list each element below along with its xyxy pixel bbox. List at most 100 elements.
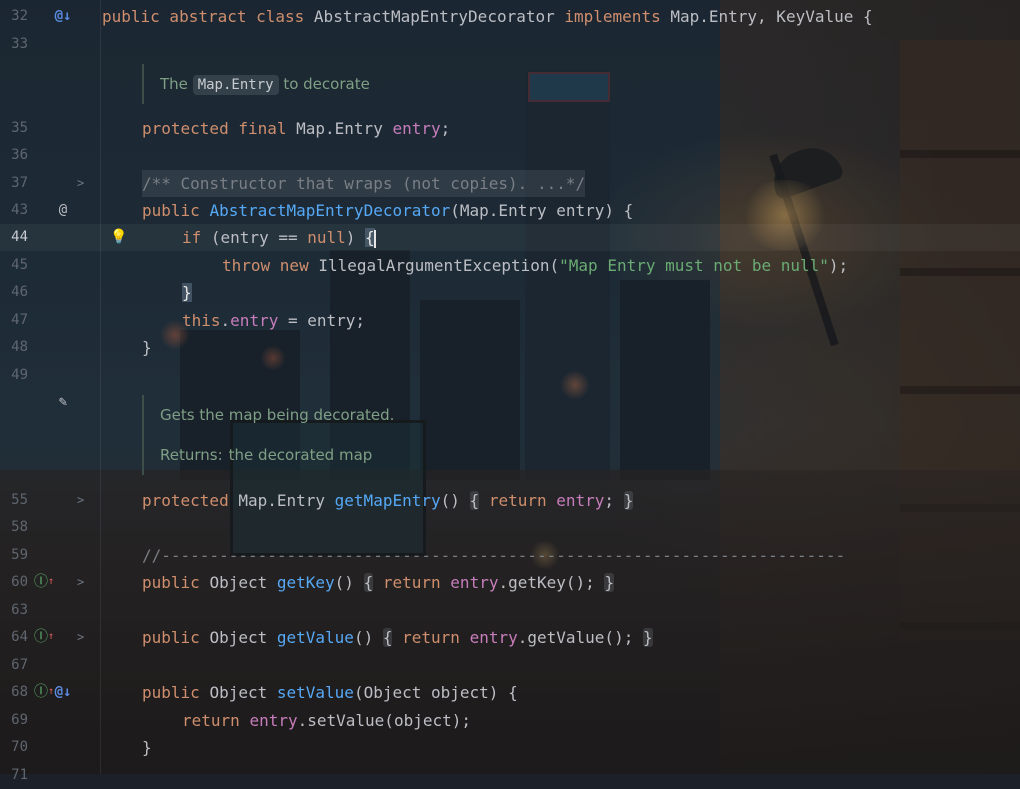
line-number: 37 [11, 175, 28, 191]
code-token: protected final [142, 119, 297, 138]
code-line[interactable]: 60 Ⓘ↑ > public Object getKey() { return … [0, 569, 1020, 596]
line-number: 44 [11, 229, 28, 245]
collapsed-javadoc[interactable]: /** Constructor that wraps (not copies).… [142, 170, 586, 197]
code-line[interactable]: 70 } [0, 734, 1020, 761]
code-text[interactable]: } [182, 279, 192, 306]
code-text[interactable]: } [142, 334, 152, 361]
code-token: (entry == [210, 228, 308, 247]
code-token: getKey [276, 573, 335, 592]
code-token: entry [230, 311, 279, 330]
code-text[interactable]: this.entry = entry; [182, 307, 365, 334]
code-token: /** Constructor that wraps (not copies).… [142, 174, 586, 193]
code-text[interactable]: protected Map.Entry getMapEntry() { retu… [142, 487, 634, 514]
code-token: "Map Entry must not be null" [559, 256, 829, 275]
code-token: Map.Entry [296, 119, 393, 138]
fold-expand-icon[interactable]: > [77, 170, 84, 197]
code-token: ; [440, 119, 451, 138]
code-token: ; [604, 491, 615, 510]
line-number: 70 [11, 739, 28, 755]
code-line[interactable]: 37 > /** Constructor that wraps (not cop… [0, 170, 1020, 197]
code-line[interactable]: 32 @↓ public abstract class AbstractMapE… [0, 3, 1020, 30]
code-line[interactable]: 71 [0, 762, 1020, 789]
fold-expand-icon[interactable]: > [77, 569, 84, 596]
code-token: public abstract class [102, 7, 314, 26]
code-line[interactable]: 59 //-----------------------------------… [0, 542, 1020, 569]
code-line[interactable]: 45 throw new IllegalArgumentException("M… [0, 252, 1020, 279]
code-text[interactable]: } [142, 734, 152, 761]
code-token: entry [450, 573, 499, 592]
line-number: 58 [11, 519, 28, 535]
code-token: () [334, 573, 364, 592]
code-text[interactable]: if (entry == null) { [182, 224, 376, 251]
annotation-at-icon[interactable]: @ [54, 201, 72, 219]
code-token: //--------------------------------------… [142, 546, 846, 565]
code-token: ) [345, 228, 366, 247]
line-number: 46 [11, 284, 28, 300]
code-token: throw new [222, 256, 319, 275]
implements-method-up-icon[interactable]: Ⓘ↑ [34, 628, 54, 646]
code-token: public [142, 628, 210, 647]
pencil-edit-icon[interactable]: ✎ [54, 393, 72, 411]
code-line[interactable]: 68 Ⓘ↑ @↓ public Object setValue(Object o… [0, 679, 1020, 706]
implements-method-up-icon[interactable]: Ⓘ↑ [34, 573, 54, 591]
code-line[interactable]: 58 [0, 514, 1020, 541]
code-token: if [182, 228, 211, 247]
code-token: } [182, 283, 192, 302]
code-line[interactable]: 48 } [0, 334, 1020, 361]
code-token: public [142, 573, 210, 592]
fold-expand-icon[interactable]: > [77, 624, 84, 651]
line-number: 59 [11, 547, 28, 563]
code-token: Object [209, 573, 277, 592]
code-text[interactable]: public Object setValue(Object object) { [142, 679, 518, 706]
code-line[interactable]: 49 [0, 362, 1020, 389]
code-line[interactable]: 67 [0, 652, 1020, 679]
code-line[interactable]: 47 this.entry = entry; [0, 307, 1020, 334]
code-line[interactable]: 46 } [0, 279, 1020, 306]
code-text[interactable]: throw new IllegalArgumentException("Map … [222, 252, 848, 279]
code-text[interactable]: public AbstractMapEntryDecorator(Map.Ent… [142, 197, 633, 224]
code-text[interactable]: return entry.setValue(object); [182, 707, 471, 734]
code-line[interactable]: 36 [0, 142, 1020, 169]
code-token: = entry; [278, 311, 366, 330]
line-number: 32 [11, 8, 28, 24]
fold-expand-icon[interactable]: > [77, 487, 84, 514]
code-token: Object [209, 683, 277, 702]
code-text[interactable]: public abstract class AbstractMapEntryDe… [102, 3, 873, 30]
code-token: } [642, 628, 653, 647]
code-token: null [307, 228, 346, 247]
code-line[interactable]: 33 [0, 31, 1020, 58]
code-token: getMapEntry [334, 491, 441, 510]
line-number: 35 [11, 120, 28, 136]
doc-returns-text: the decorated map [228, 446, 373, 464]
code-token: (Map.Entry entry) { [450, 201, 634, 220]
code-token: return [182, 711, 250, 730]
implements-method-up-icon[interactable]: Ⓘ↑ [34, 683, 54, 701]
doc-code: Map.Entry [192, 75, 279, 95]
code-line[interactable]: 35 protected final Map.Entry entry; [0, 115, 1020, 142]
code-editor[interactable]: 32 @↓ public abstract class AbstractMapE… [0, 0, 1020, 783]
code-token: this [182, 311, 221, 330]
lightbulb-intention-icon[interactable]: 💡 [110, 228, 128, 246]
code-token: return [402, 628, 470, 647]
code-token: .getValue(); [517, 628, 634, 647]
code-line-current[interactable]: 44 💡 if (entry == null) { [0, 224, 1020, 251]
implemented-overridden-down-icon[interactable]: @↓ [54, 683, 72, 701]
code-line[interactable]: 69 return entry.setValue(object); [0, 707, 1020, 734]
code-text[interactable]: public Object getKey() { return entry.ge… [142, 569, 615, 596]
code-line[interactable]: 55 > protected Map.Entry getMapEntry() {… [0, 487, 1020, 514]
code-text[interactable]: protected final Map.Entry entry; [142, 115, 450, 142]
code-line[interactable]: 63 [0, 597, 1020, 624]
code-token: .setValue(object); [297, 711, 471, 730]
code-text[interactable]: public Object getValue() { return entry.… [142, 624, 653, 651]
code-line[interactable]: 64 Ⓘ↑ > public Object getValue() { retur… [0, 624, 1020, 651]
code-text[interactable]: //--------------------------------------… [142, 542, 845, 569]
implemented-overridden-down-icon[interactable]: @↓ [54, 7, 72, 25]
line-number: 45 [11, 257, 28, 273]
line-number: 63 [11, 602, 28, 618]
code-token: implements [564, 7, 671, 26]
code-line[interactable]: 43 @ public AbstractMapEntryDecorator(Ma… [0, 197, 1020, 224]
line-number: 55 [11, 492, 28, 508]
